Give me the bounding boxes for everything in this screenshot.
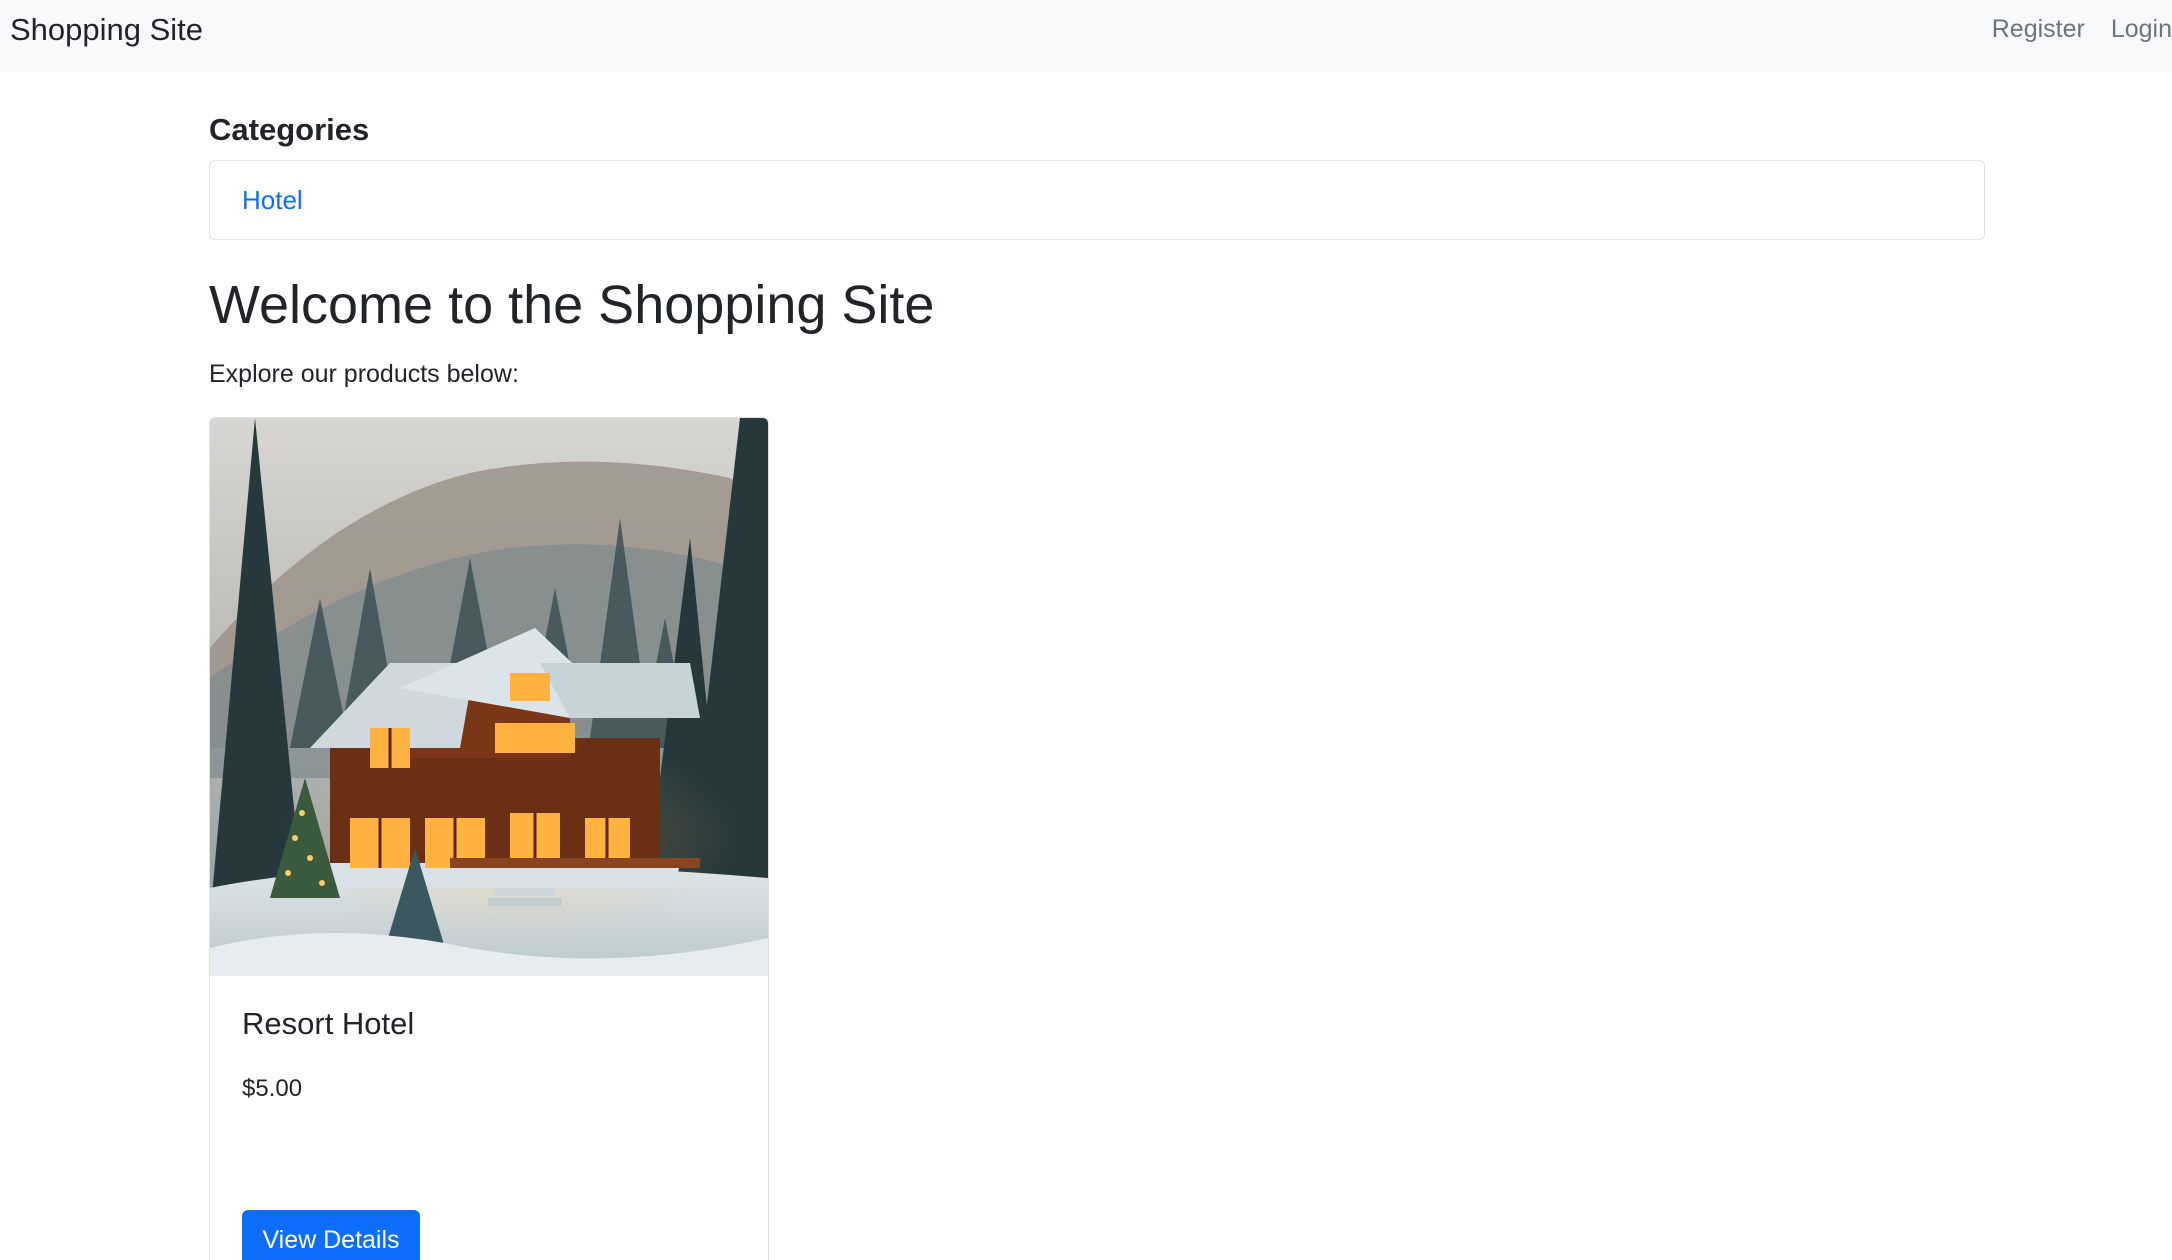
nav-links: Register Login [1966,12,2172,46]
register-link[interactable]: Register [1966,12,2085,46]
categories-list: Hotel [209,160,1985,240]
page-subtitle: Explore our products below: [209,360,519,388]
category-link-hotel[interactable]: Hotel [242,181,303,219]
product-price: $5.00 [242,1075,303,1102]
login-link[interactable]: Login [2085,12,2172,46]
product-card: Resort Hotel $5.00 View Details [209,417,769,1260]
page-title: Welcome to the Shopping Site [209,275,935,335]
navbar: Shopping Site Register Login [0,0,2172,72]
categories-heading: Categories [209,112,370,147]
brand-link[interactable]: Shopping Site [10,10,203,50]
snowy-cabin-photo [210,418,768,976]
product-name: Resort Hotel [242,1006,415,1041]
view-details-button[interactable]: View Details [242,1210,420,1260]
